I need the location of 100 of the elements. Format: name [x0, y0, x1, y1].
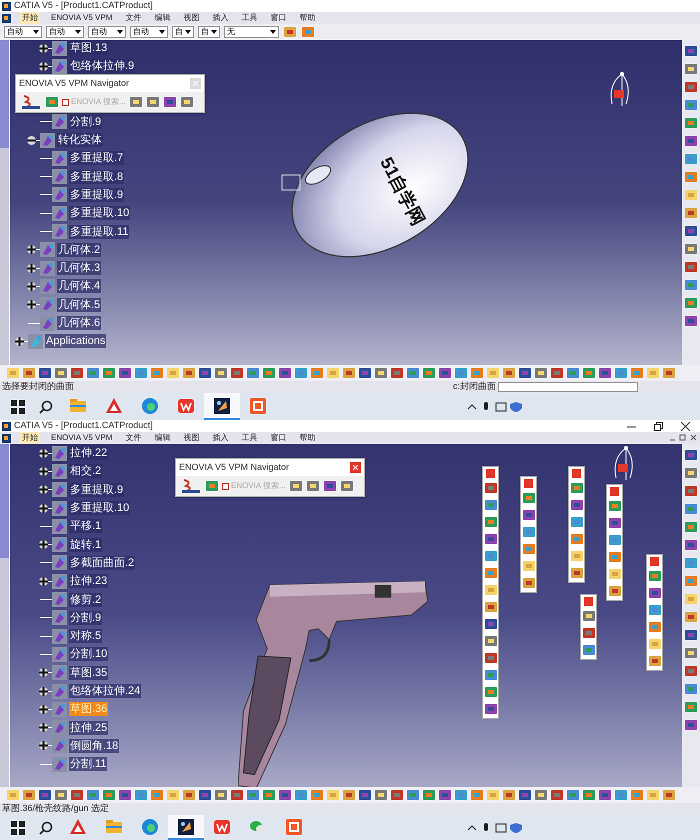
tool-icon[interactable] — [522, 508, 536, 522]
expand-icon[interactable] — [27, 300, 36, 310]
tool-icon[interactable] — [214, 788, 228, 802]
tool-icon[interactable] — [278, 366, 292, 380]
close-button[interactable] — [350, 462, 361, 473]
tree-item-label[interactable]: 多重提取.11 — [69, 224, 130, 239]
tool-icon[interactable] — [340, 479, 354, 493]
dropdown[interactable]: 自动 — [130, 26, 168, 38]
app-icon[interactable] — [176, 816, 196, 836]
dropdown[interactable]: 自动 — [46, 26, 84, 38]
tool-icon[interactable] — [608, 516, 622, 530]
tool-icon[interactable] — [684, 538, 698, 552]
tool-icon[interactable] — [582, 643, 596, 657]
tree-item-label[interactable]: 几何体.5 — [57, 298, 102, 312]
menu-item[interactable]: 编辑 — [152, 432, 172, 444]
tree-item-label[interactable]: 分割.10 — [69, 647, 108, 662]
tool-icon[interactable] — [438, 788, 452, 802]
tool-icon[interactable] — [608, 533, 622, 547]
tool-icon[interactable] — [534, 788, 548, 802]
dropdown[interactable]: 自 — [172, 26, 194, 38]
tool-icon[interactable] — [570, 566, 584, 580]
menu-item[interactable]: 视图 — [181, 432, 202, 444]
tool-icon[interactable] — [684, 62, 698, 76]
tool-icon[interactable] — [278, 788, 292, 802]
tool-icon[interactable] — [306, 479, 320, 493]
tool-icon[interactable] — [322, 479, 337, 493]
tree-item-label[interactable]: 分割.11 — [69, 757, 108, 772]
tool-icon[interactable] — [570, 498, 584, 512]
tool-icon[interactable] — [118, 366, 132, 380]
tree-item-label[interactable]: 几何体.6 — [57, 316, 102, 330]
restore-icon[interactable] — [654, 422, 663, 430]
tool-icon[interactable] — [684, 206, 698, 220]
dropdown[interactable]: 自 — [198, 26, 220, 38]
tool-icon[interactable] — [484, 515, 498, 529]
menu-item[interactable]: ENOVIA V5 VPM — [49, 12, 114, 24]
dropdown[interactable]: 无 — [224, 26, 279, 38]
expand-icon[interactable] — [39, 540, 48, 550]
tool-icon[interactable] — [146, 95, 160, 109]
expand-icon[interactable] — [39, 576, 48, 586]
app-icon[interactable] — [212, 396, 232, 416]
tool-icon[interactable] — [518, 788, 532, 802]
dropdown[interactable]: 自动 — [4, 26, 42, 38]
tool-icon[interactable] — [662, 788, 676, 802]
tool-icon[interactable] — [684, 134, 698, 148]
tree-item-label[interactable]: 多重提取.10 — [69, 206, 130, 220]
taskbar-app-button[interactable] — [204, 393, 240, 420]
menu-item[interactable]: ENOVIA V5 VPM — [49, 432, 114, 444]
tree-item-label[interactable]: 对称.5 — [69, 629, 102, 644]
tree-item-label[interactable]: 分割.9 — [69, 114, 102, 129]
tool-icon[interactable] — [374, 788, 388, 802]
tree-item-label[interactable]: 多重提取.9 — [69, 188, 124, 202]
tool-icon[interactable] — [522, 525, 536, 539]
tree-item-label[interactable]: 几何体.4 — [57, 279, 102, 294]
tree-item-label[interactable]: 草图.35 — [69, 666, 108, 680]
tool-icon[interactable] — [582, 609, 596, 623]
menu-item[interactable]: 插入 — [210, 12, 230, 24]
expand-icon[interactable] — [15, 336, 24, 346]
menu-item[interactable]: 文件 — [123, 12, 144, 24]
tool-icon[interactable] — [484, 668, 498, 682]
tool-icon[interactable] — [342, 366, 356, 380]
tool-icon[interactable] — [180, 95, 194, 109]
tool-icon[interactable] — [484, 532, 498, 546]
scrollbar[interactable] — [0, 444, 10, 787]
tool-icon[interactable] — [684, 664, 698, 678]
tool-icon[interactable] — [648, 654, 662, 668]
tool-icon[interactable] — [162, 95, 177, 109]
expand-icon[interactable] — [39, 704, 48, 714]
document-controls-icon[interactable] — [668, 434, 698, 442]
tree-item-label[interactable]: 包络体拉伸.24 — [69, 684, 142, 698]
tool-icon[interactable] — [484, 651, 498, 665]
tool-icon[interactable] — [283, 25, 297, 39]
menu-item[interactable]: 窗口 — [268, 432, 288, 444]
tool-icon[interactable] — [22, 366, 36, 380]
tree-item-label[interactable]: 几何体.3 — [57, 261, 102, 276]
tool-icon[interactable] — [684, 628, 698, 642]
expand-icon[interactable] — [39, 504, 48, 513]
tool-icon[interactable] — [198, 788, 212, 802]
tool-icon[interactable] — [502, 788, 516, 802]
tree-item-label[interactable]: 分割.9 — [69, 610, 102, 625]
tool-icon[interactable] — [648, 586, 662, 600]
tool-icon[interactable] — [598, 366, 612, 380]
tool-icon[interactable] — [38, 366, 52, 380]
tree-item-label[interactable]: 多重提取.9 — [69, 482, 124, 497]
menu-item[interactable]: 文件 — [123, 432, 144, 444]
tree-item-label[interactable]: 拉伸.22 — [69, 446, 108, 460]
tree-item-label[interactable]: 旋转.1 — [69, 538, 102, 552]
tool-icon[interactable] — [358, 366, 372, 380]
tool-icon[interactable] — [484, 481, 498, 495]
tool-icon[interactable] — [684, 718, 698, 732]
tree-item-label[interactable]: 多重提取.8 — [69, 170, 124, 184]
tool-icon[interactable] — [54, 366, 68, 380]
expand-icon[interactable] — [39, 44, 48, 53]
tool-icon[interactable] — [570, 515, 584, 529]
taskbar-app-button[interactable] — [168, 815, 204, 840]
tree-item-label[interactable]: 平移.1 — [69, 519, 102, 534]
tool-icon[interactable] — [570, 481, 584, 495]
expand-icon[interactable] — [39, 741, 48, 750]
tool-icon[interactable] — [358, 788, 372, 802]
tool-icon[interactable] — [128, 95, 143, 109]
menu-item[interactable]: 视图 — [181, 12, 202, 24]
